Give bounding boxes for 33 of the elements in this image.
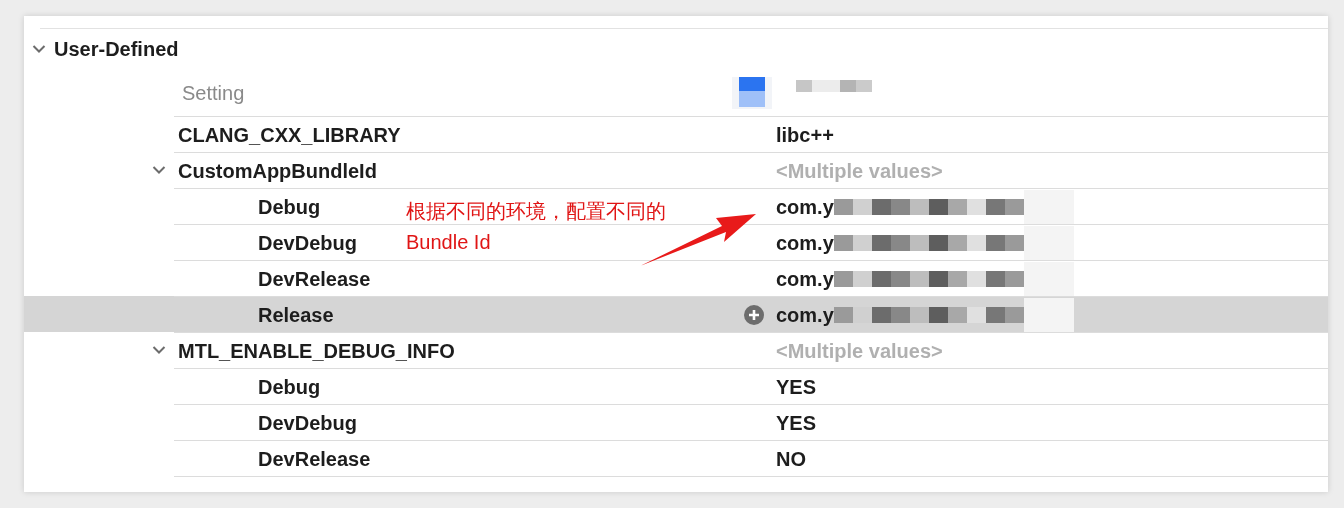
setting-row[interactable]: Debug YES bbox=[24, 368, 1328, 404]
setting-value[interactable]: YES bbox=[776, 371, 817, 402]
setting-value[interactable]: com.y bbox=[776, 263, 834, 294]
setting-row[interactable]: MTL_ENABLE_DEBUG_INFO <Multiple values> bbox=[24, 332, 1328, 368]
setting-name: DevRelease bbox=[258, 266, 371, 292]
setting-name: Release bbox=[258, 302, 334, 328]
setting-name: MTL_ENABLE_DEBUG_INFO bbox=[178, 338, 455, 364]
setting-value[interactable]: NO bbox=[776, 443, 806, 474]
setting-name: DevDebug bbox=[258, 410, 357, 436]
setting-row[interactable]: DevRelease com.y bbox=[24, 260, 1328, 296]
setting-row[interactable]: DevDebug YES bbox=[24, 404, 1328, 440]
chevron-icon[interactable] bbox=[152, 345, 166, 355]
setting-value[interactable]: libc++ bbox=[776, 119, 834, 150]
setting-row[interactable]: CustomAppBundleId <Multiple values> bbox=[24, 152, 1328, 188]
setting-value[interactable]: com.y bbox=[776, 299, 834, 330]
setting-value[interactable]: com.y bbox=[776, 191, 834, 222]
setting-name: Debug bbox=[258, 194, 321, 220]
setting-row[interactable]: Release com.y bbox=[24, 296, 1328, 332]
setting-row[interactable]: CLANG_CXX_LIBRARY libc++ bbox=[24, 116, 1328, 152]
chevron-icon[interactable] bbox=[32, 44, 46, 54]
setting-name: CustomAppBundleId bbox=[178, 158, 377, 184]
setting-name: DevDebug bbox=[258, 230, 357, 256]
setting-name: DevRelease bbox=[258, 446, 371, 472]
chevron-icon[interactable] bbox=[152, 165, 166, 175]
setting-value[interactable]: YES bbox=[776, 407, 817, 438]
setting-name: CLANG_CXX_LIBRARY bbox=[178, 122, 401, 148]
section-title: User-Defined bbox=[54, 37, 179, 62]
add-icon[interactable] bbox=[744, 304, 764, 325]
setting-name: Debug bbox=[258, 374, 321, 400]
setting-row[interactable]: DevRelease NO bbox=[24, 440, 1328, 476]
annotation-text: 根据不同的环境，配置不同的 bbox=[406, 199, 666, 224]
annotation-text: Bundle Id bbox=[406, 230, 491, 255]
setting-value[interactable]: com.y bbox=[776, 227, 834, 258]
